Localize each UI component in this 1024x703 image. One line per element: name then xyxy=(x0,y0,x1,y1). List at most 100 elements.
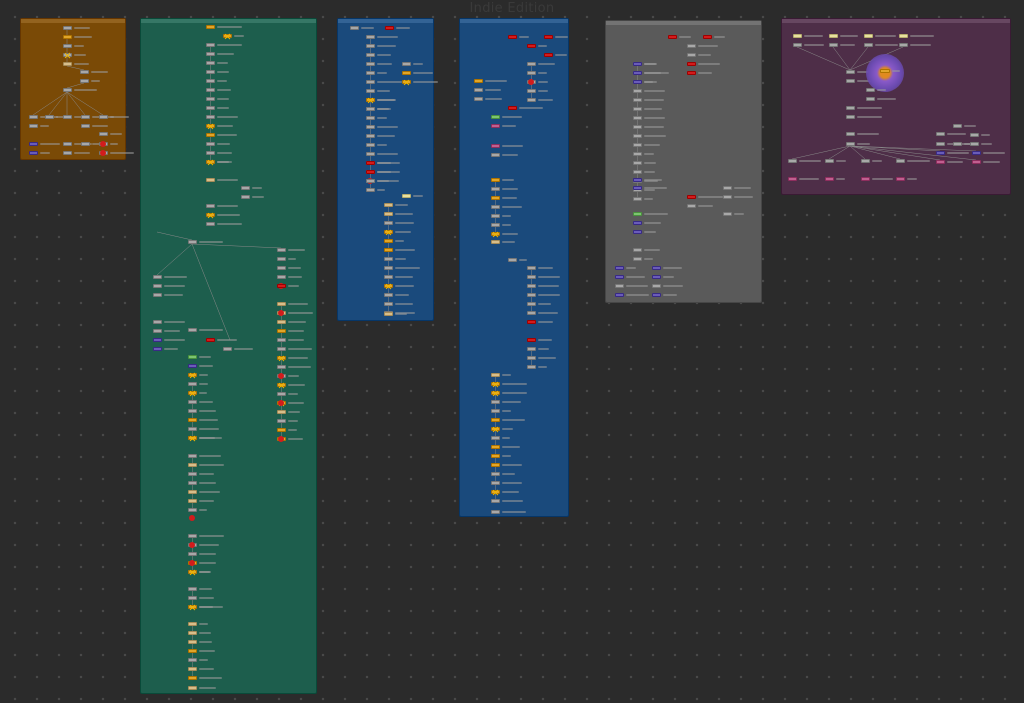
node-icon[interactable] xyxy=(474,88,483,92)
node-icon[interactable] xyxy=(652,293,661,297)
node-icon[interactable] xyxy=(825,177,834,181)
node-icon[interactable] xyxy=(491,223,500,227)
node-icon[interactable] xyxy=(861,177,870,181)
node-icon[interactable] xyxy=(491,436,500,440)
node-icon[interactable] xyxy=(687,44,696,48)
node-icon[interactable] xyxy=(402,71,411,75)
node-icon[interactable] xyxy=(793,34,802,38)
node-icon[interactable] xyxy=(402,62,411,66)
node-icon[interactable] xyxy=(402,194,411,198)
node-icon[interactable] xyxy=(81,142,90,146)
node-icon[interactable] xyxy=(633,71,642,75)
node-icon[interactable] xyxy=(846,79,855,83)
cross-icon[interactable] xyxy=(224,33,230,39)
node-icon[interactable] xyxy=(223,347,232,351)
node-icon[interactable] xyxy=(153,347,162,351)
node-icon[interactable] xyxy=(188,364,197,368)
node-icon[interactable] xyxy=(474,97,483,101)
node-icon[interactable] xyxy=(63,151,72,155)
node-icon[interactable] xyxy=(527,62,536,66)
node-icon[interactable] xyxy=(953,142,962,146)
node-icon[interactable] xyxy=(633,143,642,147)
node-icon[interactable] xyxy=(277,419,286,423)
node-icon[interactable] xyxy=(633,116,642,120)
node-icon[interactable] xyxy=(527,89,536,93)
cross-icon[interactable] xyxy=(207,159,213,165)
node-icon[interactable] xyxy=(491,214,500,218)
cross-icon[interactable] xyxy=(207,212,213,218)
node-icon[interactable] xyxy=(29,142,38,146)
cross-icon[interactable] xyxy=(385,229,391,235)
node-icon[interactable] xyxy=(687,71,696,75)
node-icon[interactable] xyxy=(861,159,870,163)
node-icon[interactable] xyxy=(896,159,905,163)
node-icon[interactable] xyxy=(527,44,536,48)
node-icon[interactable] xyxy=(846,70,855,74)
node-icon[interactable] xyxy=(829,43,838,47)
node-icon[interactable] xyxy=(206,142,215,146)
node-icon[interactable] xyxy=(188,552,197,556)
node-icon[interactable] xyxy=(491,373,500,377)
node-icon[interactable] xyxy=(474,79,483,83)
node-icon[interactable] xyxy=(366,71,375,75)
node-icon[interactable] xyxy=(633,125,642,129)
node-icon[interactable] xyxy=(880,69,890,73)
cross-icon[interactable] xyxy=(207,123,213,129)
node-icon[interactable] xyxy=(385,26,394,30)
node-icon[interactable] xyxy=(491,153,500,157)
node-icon[interactable] xyxy=(366,44,375,48)
node-icon[interactable] xyxy=(936,142,945,146)
node-icon[interactable] xyxy=(384,221,393,225)
cross-icon[interactable] xyxy=(385,283,391,289)
node-icon[interactable] xyxy=(896,177,905,181)
display-flag-icon[interactable] xyxy=(278,373,284,379)
node-icon[interactable] xyxy=(491,400,500,404)
display-flag-icon[interactable] xyxy=(100,141,106,147)
node-icon[interactable] xyxy=(846,132,855,136)
cross-icon[interactable] xyxy=(492,381,498,387)
node-icon[interactable] xyxy=(366,179,375,183)
cross-icon[interactable] xyxy=(189,435,195,441)
cross-icon[interactable] xyxy=(189,604,195,610)
node-icon[interactable] xyxy=(491,196,500,200)
node-icon[interactable] xyxy=(527,266,536,270)
node-icon[interactable] xyxy=(63,44,72,48)
node-icon[interactable] xyxy=(153,329,162,333)
node-icon[interactable] xyxy=(615,266,624,270)
node-icon[interactable] xyxy=(633,212,642,216)
box-green-header[interactable] xyxy=(141,19,316,23)
node-icon[interactable] xyxy=(633,197,642,201)
node-icon[interactable] xyxy=(970,142,979,146)
node-icon[interactable] xyxy=(899,34,908,38)
node-icon[interactable] xyxy=(188,640,197,644)
node-icon[interactable] xyxy=(723,212,732,216)
node-icon[interactable] xyxy=(206,61,215,65)
selection-highlight-icon[interactable] xyxy=(866,54,904,92)
display-flag-icon[interactable] xyxy=(528,79,534,85)
node-icon[interactable] xyxy=(899,43,908,47)
cross-icon[interactable] xyxy=(492,231,498,237)
box-purple-header[interactable] xyxy=(782,19,1010,23)
node-icon[interactable] xyxy=(953,124,962,128)
node-icon[interactable] xyxy=(972,151,981,155)
node-icon[interactable] xyxy=(206,338,215,342)
node-icon[interactable] xyxy=(206,25,215,29)
node-icon[interactable] xyxy=(277,365,286,369)
node-icon[interactable] xyxy=(384,275,393,279)
node-icon[interactable] xyxy=(206,106,215,110)
node-icon[interactable] xyxy=(153,275,162,279)
display-flag-icon[interactable] xyxy=(278,436,284,442)
node-icon[interactable] xyxy=(384,257,393,261)
node-icon[interactable] xyxy=(366,80,375,84)
node-icon[interactable] xyxy=(277,275,286,279)
node-icon[interactable] xyxy=(384,266,393,270)
node-icon[interactable] xyxy=(206,52,215,56)
node-icon[interactable] xyxy=(188,499,197,503)
node-icon[interactable] xyxy=(188,649,197,653)
node-icon[interactable] xyxy=(687,195,696,199)
node-icon[interactable] xyxy=(366,143,375,147)
node-icon[interactable] xyxy=(527,347,536,351)
node-icon[interactable] xyxy=(633,178,642,182)
node-icon[interactable] xyxy=(366,62,375,66)
node-icon[interactable] xyxy=(366,161,375,165)
